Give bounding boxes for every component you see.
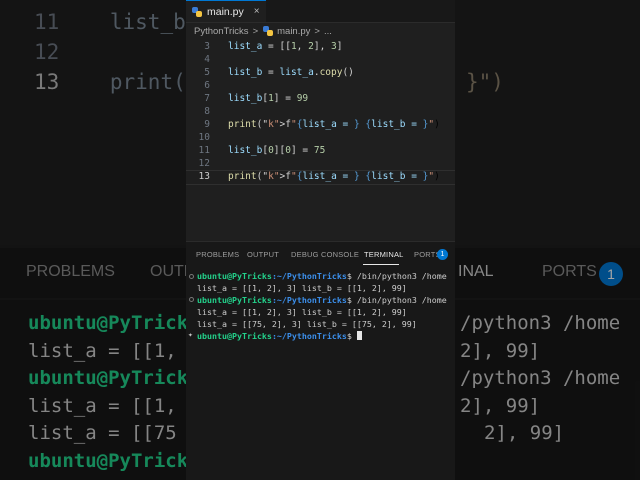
line-number: 8 [204, 106, 210, 117]
vscode-window: main.py × PythonTricks > main.py > ... 3… [186, 0, 455, 480]
ports-count-badge: 1 [437, 249, 448, 260]
line-number: 11 [198, 145, 210, 156]
line-number: 4 [204, 54, 210, 65]
code-text: list_b = list_a.copy() [228, 67, 354, 78]
terminal-line: list_a = [[1, 2], 3] list_b = [[1, 2], 9… [197, 283, 407, 293]
active-tab-underline [363, 264, 399, 265]
code-line-current: 13 print("k">f"{list_a = } {list_b = }") [186, 170, 455, 185]
tab-terminal[interactable]: TERMINAL [364, 250, 404, 259]
python-file-icon [263, 26, 274, 36]
line-number: 9 [204, 119, 210, 130]
panel-tabs: PROBLEMS OUTPUT DEBUG CONSOLE TERMINAL P… [186, 242, 455, 268]
code-line: 7 list_b[1] = 99 [186, 93, 455, 106]
editor-tab-label: main.py [207, 5, 244, 18]
terminal-line: ubuntu@PyTricks:~/PythonTricks$ /bin/pyt… [197, 295, 447, 305]
breadcrumb-file[interactable]: main.py [277, 26, 310, 37]
code-text: list_b[1] = 99 [228, 93, 309, 104]
code-text: print("k">f"{list_a = } {list_b = }") [228, 171, 440, 182]
terminal-prompt-line: ubuntu@PyTricks:~/PythonTricks$ [197, 331, 362, 341]
code-text: list_a = [[1, 2], 3] [228, 41, 343, 52]
code-line: 4 [186, 54, 455, 67]
code-line: 9 print("k">f"{list_a = } {list_b = }") [186, 119, 455, 132]
breadcrumb-folder[interactable]: PythonTricks [194, 26, 249, 37]
code-line: 11 list_b[0][0] = 75 [186, 145, 455, 158]
breadcrumb-separator: > [252, 25, 259, 37]
tab-debug-console[interactable]: DEBUG CONSOLE [291, 250, 359, 259]
bottom-panel: PROBLEMS OUTPUT DEBUG CONSOLE TERMINAL P… [186, 241, 455, 480]
tab-problems[interactable]: PROBLEMS [196, 250, 239, 259]
breadcrumb: PythonTricks > main.py > ... [186, 23, 455, 39]
line-number: 7 [204, 93, 210, 104]
terminal-status-dot [189, 297, 194, 302]
python-file-icon [192, 6, 202, 17]
code-line: 3 list_a = [[1, 2], 3] [186, 41, 455, 54]
terminal-status-dot [189, 274, 194, 279]
line-number: 3 [204, 41, 210, 52]
line-number: 12 [198, 158, 210, 169]
line-number: 5 [204, 67, 210, 78]
terminal-line: list_a = [[1, 2], 3] list_b = [[1, 2], 9… [197, 307, 407, 317]
editor-tab-bar: main.py × [186, 0, 455, 23]
terminal-line: ubuntu@PyTricks:~/PythonTricks$ /bin/pyt… [197, 271, 447, 281]
terminal-line: list_a = [[75, 2], 3] list_b = [[75, 2],… [197, 319, 417, 329]
line-number: 10 [198, 132, 210, 143]
code-line: 6 [186, 80, 455, 93]
code-text: list_b[0][0] = 75 [228, 145, 326, 156]
code-line: 10 [186, 132, 455, 145]
line-number: 13 [198, 171, 210, 182]
tab-output[interactable]: OUTPUT [247, 250, 279, 259]
code-line: 5 list_b = list_a.copy() [186, 67, 455, 80]
close-icon[interactable]: × [254, 6, 260, 17]
code-line: 8 [186, 106, 455, 119]
line-number: 6 [204, 80, 210, 91]
terminal-cursor [356, 331, 362, 340]
code-text: print("k">f"{list_a = } {list_b = }") [228, 119, 440, 130]
breadcrumb-separator: > [314, 25, 320, 37]
editor-tab-main-py[interactable]: main.py × [186, 0, 266, 22]
breadcrumb-more[interactable]: ... [324, 26, 332, 37]
sparkle-icon: ✦ [188, 330, 193, 339]
